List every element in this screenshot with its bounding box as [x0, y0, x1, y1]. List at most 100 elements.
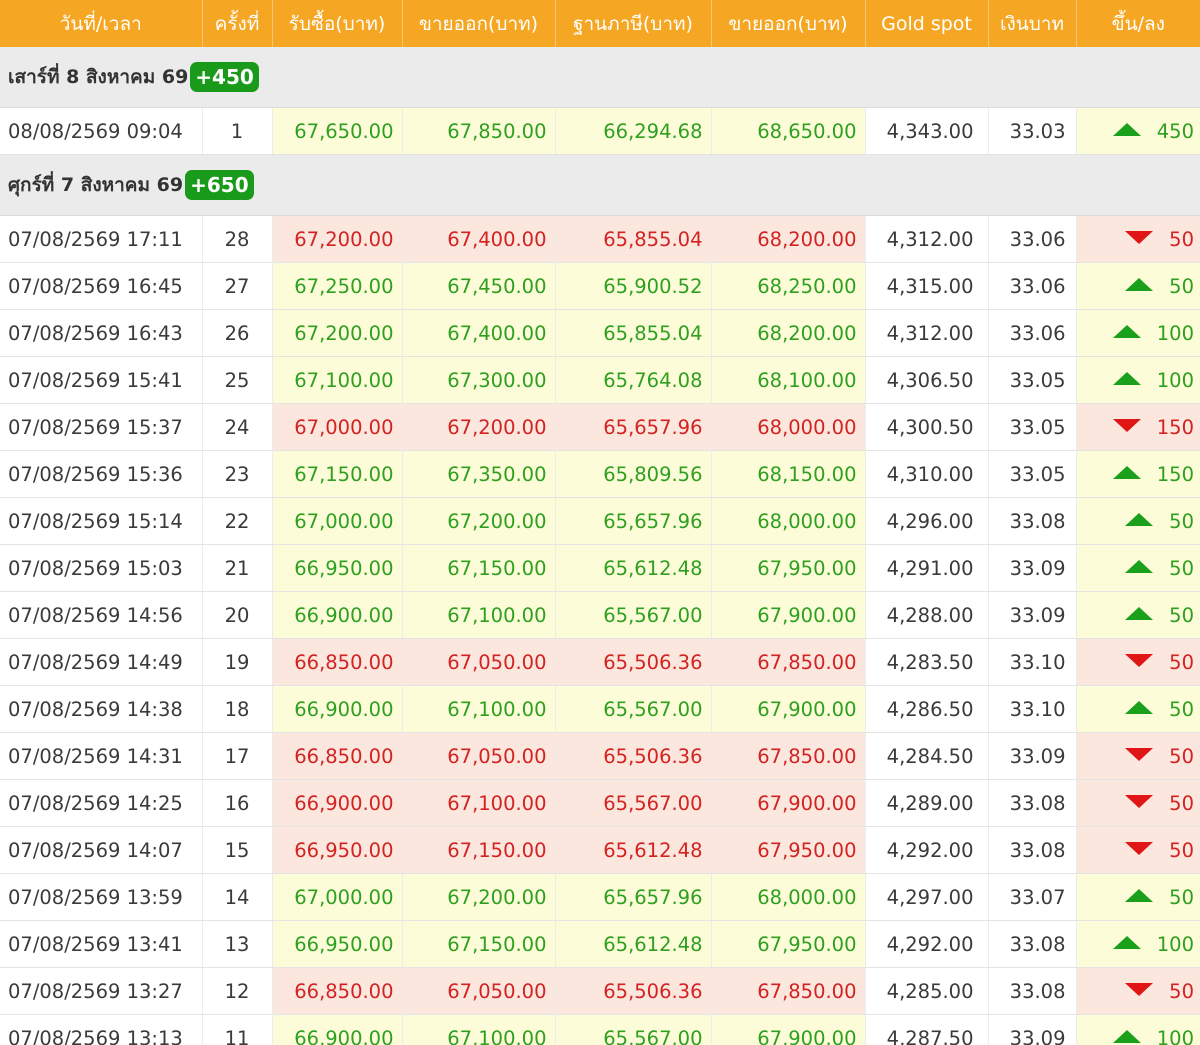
- change-value: 150: [1156, 415, 1194, 439]
- table-row: 07/08/2569 14:25 16 66,900.00 67,100.00 65,5…: [0, 779, 1200, 827]
- table-header-row: วันที่/เวลา ครั้งที่ รับซื้อ(บาท) ขายออก…: [0, 0, 1200, 47]
- cell-change: 50: [1076, 544, 1200, 592]
- cell-change: 50: [1076, 685, 1200, 733]
- cell-datetime: 07/08/2569 13:27: [0, 967, 203, 1015]
- table-row: 07/08/2569 14:38 18 66,900.00 67,100.00 65,5…: [0, 685, 1200, 733]
- cell-change: 50: [1076, 779, 1200, 827]
- table-row: 07/08/2569 15:14 22 67,000.00 67,200.00 65,6…: [0, 497, 1200, 545]
- cell-tax-base: 66,294.68: [555, 107, 712, 155]
- cell-tax-base: 65,809.56: [555, 450, 712, 498]
- cell-thb: 33.06: [988, 215, 1077, 263]
- change-value: 50: [1169, 744, 1194, 768]
- table-row: 07/08/2569 15:36 23 67,150.00 67,350.00 65,8…: [0, 450, 1200, 498]
- cell-change: 50: [1076, 732, 1200, 780]
- cell-round: 17: [202, 732, 273, 780]
- cell-thb: 33.08: [988, 779, 1077, 827]
- cell-gold-spot: 4,286.50: [865, 685, 989, 733]
- cell-sell-ornament: 67,850.00: [711, 967, 866, 1015]
- cell-gold-spot: 4,283.50: [865, 638, 989, 686]
- day-group-header: ศุกร์ที่ 7 สิงหาคม 69 +650: [0, 154, 1200, 216]
- cell-buy: 67,000.00: [272, 873, 403, 921]
- change-value: 50: [1169, 838, 1194, 862]
- table-row: 07/08/2569 14:49 19 66,850.00 67,050.00 65,5…: [0, 638, 1200, 686]
- change-value: 450: [1156, 119, 1194, 143]
- header-tax-base: ฐานภาษี(บาท): [555, 0, 712, 47]
- cell-sell: 67,350.00: [402, 450, 556, 498]
- cell-sell-ornament: 67,900.00: [711, 685, 866, 733]
- cell-sell-ornament: 68,000.00: [711, 873, 866, 921]
- cell-sell: 67,100.00: [402, 1014, 556, 1045]
- cell-sell: 67,050.00: [402, 638, 556, 686]
- cell-gold-spot: 4,287.50: [865, 1014, 989, 1045]
- change-value: 50: [1169, 509, 1194, 533]
- arrow-up-icon: [1125, 606, 1154, 620]
- cell-sell-ornament: 68,000.00: [711, 497, 866, 545]
- day-group-label: เสาร์ที่ 8 สิงหาคม 69: [8, 66, 189, 88]
- cell-gold-spot: 4,312.00: [865, 309, 989, 357]
- cell-round: 12: [202, 967, 273, 1015]
- cell-round: 13: [202, 920, 273, 968]
- table-body: เสาร์ที่ 8 สิงหาคม 69 +450 08/08/2569 09:0…: [0, 47, 1200, 1045]
- cell-datetime: 07/08/2569 15:03: [0, 544, 203, 592]
- cell-sell-ornament: 67,900.00: [711, 779, 866, 827]
- cell-thb: 33.05: [988, 450, 1077, 498]
- table-row: 07/08/2569 16:45 27 67,250.00 67,450.00 65,9…: [0, 262, 1200, 310]
- cell-change: 50: [1076, 591, 1200, 639]
- arrow-up-icon: [1125, 512, 1154, 526]
- cell-datetime: 07/08/2569 17:11: [0, 215, 203, 263]
- cell-sell: 67,450.00: [402, 262, 556, 310]
- cell-tax-base: 65,567.00: [555, 1014, 712, 1045]
- change-value: 50: [1169, 227, 1194, 251]
- day-group-header: เสาร์ที่ 8 สิงหาคม 69 +450: [0, 47, 1200, 108]
- cell-datetime: 07/08/2569 14:25: [0, 779, 203, 827]
- header-change: ขึ้น/ลง: [1076, 0, 1200, 47]
- cell-sell-ornament: 68,150.00: [711, 450, 866, 498]
- header-buy: รับซื้อ(บาท): [272, 0, 403, 47]
- cell-thb: 33.06: [988, 262, 1077, 310]
- cell-sell-ornament: 67,950.00: [711, 920, 866, 968]
- cell-round: 22: [202, 497, 273, 545]
- table-row: 07/08/2569 15:03 21 66,950.00 67,150.00 65,6…: [0, 544, 1200, 592]
- cell-buy: 66,850.00: [272, 732, 403, 780]
- cell-round: 15: [202, 826, 273, 874]
- cell-round: 23: [202, 450, 273, 498]
- cell-datetime: 07/08/2569 13:59: [0, 873, 203, 921]
- cell-sell: 67,100.00: [402, 685, 556, 733]
- arrow-up-icon: [1125, 277, 1154, 291]
- cell-round: 11: [202, 1014, 273, 1045]
- cell-tax-base: 65,657.96: [555, 403, 712, 451]
- cell-thb: 33.09: [988, 544, 1077, 592]
- cell-sell-ornament: 67,850.00: [711, 732, 866, 780]
- cell-buy: 66,900.00: [272, 591, 403, 639]
- cell-thb: 33.09: [988, 1014, 1077, 1045]
- cell-buy: 66,900.00: [272, 685, 403, 733]
- cell-sell-ornament: 68,100.00: [711, 356, 866, 404]
- cell-thb: 33.08: [988, 497, 1077, 545]
- cell-change: 100: [1076, 1014, 1200, 1045]
- cell-change: 150: [1076, 450, 1200, 498]
- cell-sell: 67,200.00: [402, 497, 556, 545]
- cell-buy: 66,900.00: [272, 1014, 403, 1045]
- cell-buy: 67,650.00: [272, 107, 403, 155]
- cell-sell-ornament: 67,900.00: [711, 591, 866, 639]
- cell-sell-ornament: 67,950.00: [711, 826, 866, 874]
- arrow-up-icon: [1112, 465, 1141, 479]
- arrow-down-icon: [1125, 653, 1154, 667]
- cell-sell-ornament: 68,250.00: [711, 262, 866, 310]
- cell-buy: 66,950.00: [272, 826, 403, 874]
- cell-tax-base: 65,612.48: [555, 920, 712, 968]
- day-change-badge: +450: [190, 62, 259, 92]
- cell-sell: 67,400.00: [402, 215, 556, 263]
- arrow-down-icon: [1112, 418, 1141, 432]
- cell-tax-base: 65,506.36: [555, 638, 712, 686]
- cell-thb: 33.06: [988, 309, 1077, 357]
- day-group-label: ศุกร์ที่ 7 สิงหาคม 69: [8, 174, 184, 196]
- change-value: 100: [1156, 932, 1194, 956]
- cell-round: 28: [202, 215, 273, 263]
- cell-round: 24: [202, 403, 273, 451]
- cell-buy: 66,850.00: [272, 638, 403, 686]
- header-thb: เงินบาท: [988, 0, 1077, 47]
- cell-buy: 66,950.00: [272, 920, 403, 968]
- cell-buy: 67,250.00: [272, 262, 403, 310]
- cell-change: 50: [1076, 215, 1200, 263]
